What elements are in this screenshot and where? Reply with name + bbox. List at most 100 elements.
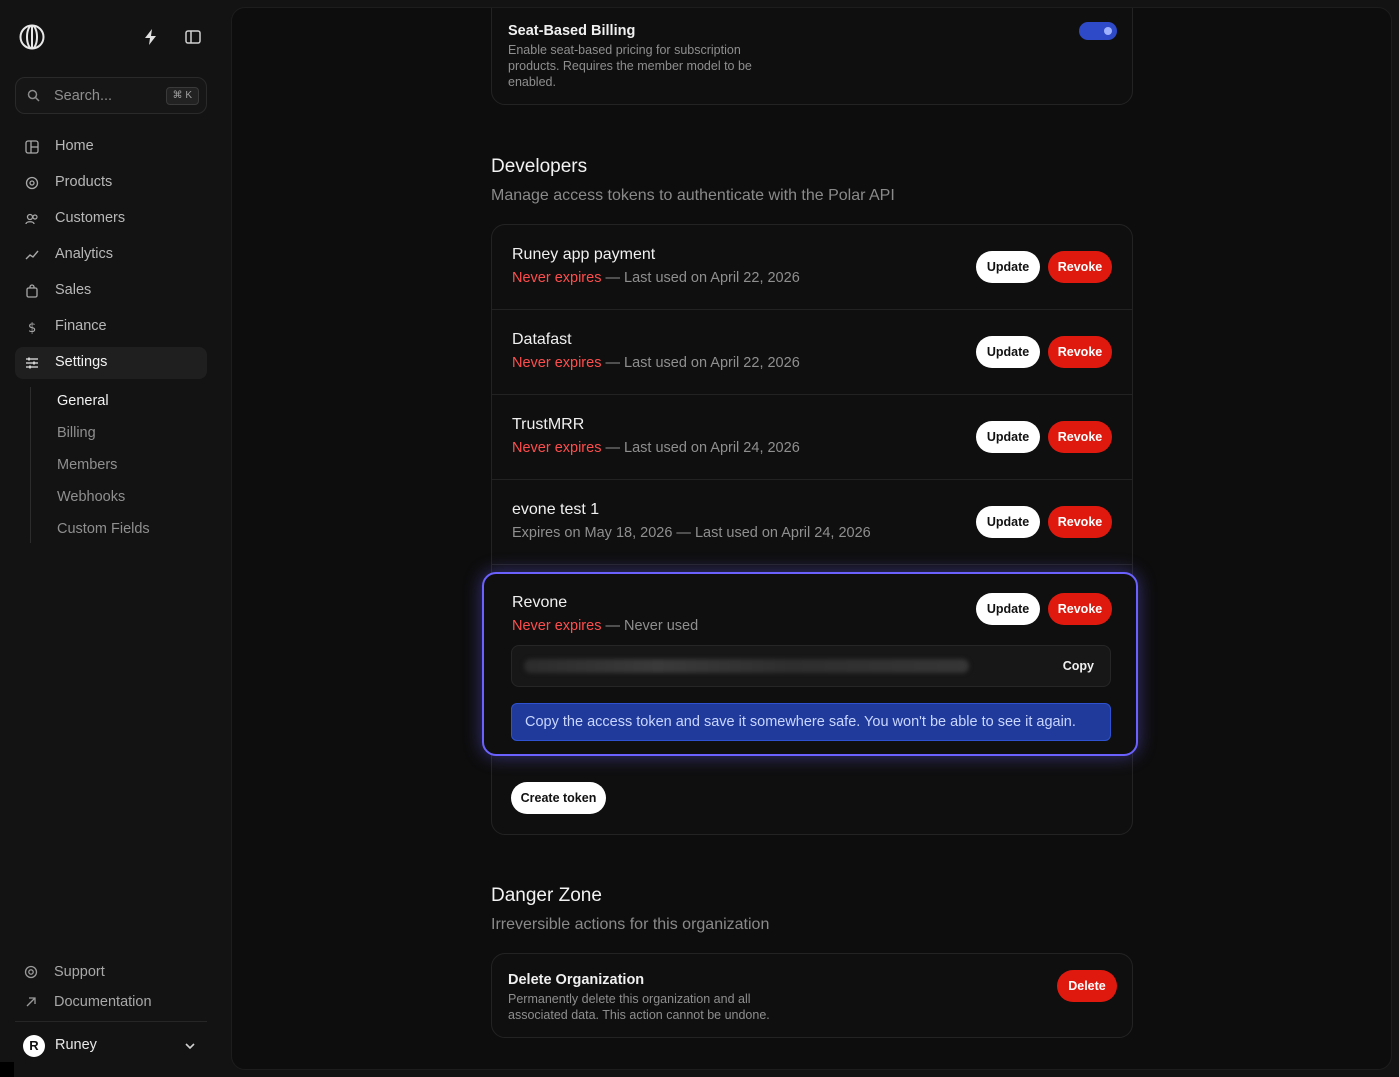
- token-usage: — Last used on April 24, 2026: [672, 525, 871, 541]
- subnav-item-members[interactable]: Members: [57, 457, 117, 473]
- delete-organization-title: Delete Organization: [508, 972, 645, 988]
- token-usage: — Never used: [601, 618, 699, 634]
- token-usage: — Last used on April 22, 2026: [601, 355, 800, 371]
- nav-item-products[interactable]: Products: [15, 167, 207, 199]
- token-row: TrustMRR Never expires — Last used on Ap…: [492, 395, 1132, 480]
- redacted-token-value: [524, 659, 969, 673]
- delete-organization-description: Permanently delete this organization and…: [508, 992, 770, 1022]
- search-placeholder: Search...: [54, 88, 113, 104]
- token-expiry: Never expires: [512, 270, 602, 286]
- token-meta: Never expires — Last used on April 22, 2…: [512, 270, 800, 286]
- seat-billing-title: Seat-Based Billing: [508, 23, 636, 39]
- delete-organization-card: Delete Organization Permanently delete t…: [491, 953, 1133, 1038]
- create-token-button[interactable]: Create token: [511, 782, 606, 814]
- seat-billing-card: Seat-Based Billing Enable seat-based pri…: [491, 8, 1133, 105]
- finance-icon: $: [25, 320, 39, 334]
- token-name: Revone: [512, 594, 568, 611]
- update-token-button[interactable]: Update: [976, 421, 1040, 453]
- toggle-knob: [1104, 27, 1112, 35]
- nav-label: Sales: [55, 282, 92, 298]
- app: Search... ⌘ K Home Products Customers An…: [0, 0, 1399, 1077]
- revoke-token-button[interactable]: Revoke: [1048, 506, 1112, 538]
- seat-billing-description: Enable seat-based pricing for subscripti…: [508, 43, 752, 89]
- lightning-icon[interactable]: [142, 28, 160, 46]
- subnav-item-webhooks[interactable]: Webhooks: [57, 489, 125, 505]
- seat-billing-toggle[interactable]: [1079, 22, 1117, 40]
- support-icon: [24, 965, 38, 979]
- nav-item-settings[interactable]: Settings: [15, 347, 207, 379]
- subnav-item-billing[interactable]: Billing: [57, 425, 96, 441]
- token-expiry: Never expires: [512, 355, 602, 371]
- nav-item-finance[interactable]: $ Finance: [15, 311, 207, 343]
- settings-icon: [25, 356, 39, 370]
- settings-subnav-line: [30, 387, 31, 543]
- update-token-button[interactable]: Update: [976, 336, 1040, 368]
- delete-organization-button[interactable]: Delete: [1057, 970, 1117, 1002]
- developers-title: Developers: [491, 156, 588, 177]
- update-token-button[interactable]: Update: [976, 593, 1040, 625]
- sidebar: Search... ⌘ K Home Products Customers An…: [0, 0, 230, 1077]
- token-meta: Expires on May 18, 2026 — Last used on A…: [512, 525, 871, 541]
- nav-item-home[interactable]: Home: [15, 131, 207, 163]
- nav-label: Finance: [55, 318, 107, 334]
- token-notice-banner: Copy the access token and save it somewh…: [511, 703, 1111, 741]
- sidebar-toggle-icon[interactable]: [184, 28, 202, 46]
- revoke-token-button[interactable]: Revoke: [1048, 336, 1112, 368]
- search-input[interactable]: Search... ⌘ K: [15, 77, 207, 114]
- nav-item-customers[interactable]: Customers: [15, 203, 207, 235]
- products-icon: [25, 176, 39, 190]
- analytics-icon: [25, 248, 39, 262]
- nav-item-analytics[interactable]: Analytics: [15, 239, 207, 271]
- token-meta: Never expires — Never used: [512, 618, 698, 634]
- sales-icon: [25, 284, 39, 298]
- revoke-token-button[interactable]: Revoke: [1048, 593, 1112, 625]
- token-name: Datafast: [512, 331, 572, 348]
- external-link-icon: [24, 995, 38, 1009]
- nav-label: Settings: [55, 354, 108, 370]
- token-usage: — Last used on April 22, 2026: [601, 270, 800, 286]
- token-expiry: Never expires: [512, 618, 602, 634]
- revoke-token-button[interactable]: Revoke: [1048, 421, 1112, 453]
- revoke-token-button[interactable]: Revoke: [1048, 251, 1112, 283]
- nav-item-sales[interactable]: Sales: [15, 275, 207, 307]
- copy-token-button[interactable]: Copy: [1063, 659, 1094, 673]
- footer-divider: [15, 1021, 207, 1022]
- support-label: Support: [54, 964, 105, 980]
- developers-subtitle: Manage access tokens to authenticate wit…: [491, 187, 895, 204]
- access-token-field[interactable]: Copy: [511, 645, 1111, 687]
- update-token-button[interactable]: Update: [976, 251, 1040, 283]
- token-row: Datafast Never expires — Last used on Ap…: [492, 310, 1132, 395]
- subnav-item-general[interactable]: General: [57, 393, 109, 409]
- avatar: R: [23, 1035, 45, 1057]
- token-name: Runey app payment: [512, 246, 656, 263]
- search-icon: [27, 89, 40, 102]
- token-meta: Never expires — Last used on April 24, 2…: [512, 440, 800, 456]
- search-shortcut-badge: ⌘ K: [165, 87, 199, 105]
- token-row: evone test 1 Expires on May 18, 2026 — L…: [492, 480, 1132, 565]
- user-name: Runey: [55, 1037, 97, 1053]
- token-meta: Never expires — Last used on April 22, 2…: [512, 355, 800, 371]
- token-expiry: Never expires: [512, 440, 602, 456]
- window-corner: [0, 1062, 14, 1077]
- token-usage: — Last used on April 24, 2026: [601, 440, 800, 456]
- organization-switcher[interactable]: R Runey: [15, 1030, 207, 1062]
- danger-zone-subtitle: Irreversible actions for this organizati…: [491, 916, 770, 933]
- update-token-button[interactable]: Update: [976, 506, 1040, 538]
- nav-label: Products: [55, 174, 113, 190]
- polar-logo-icon[interactable]: [19, 24, 45, 50]
- customers-icon: [25, 212, 39, 226]
- token-name: evone test 1: [512, 501, 600, 518]
- subnav-item-custom-fields[interactable]: Custom Fields: [57, 521, 150, 537]
- documentation-label: Documentation: [54, 994, 152, 1010]
- nav-label: Analytics: [55, 246, 114, 262]
- nav-label: Customers: [55, 210, 126, 226]
- danger-zone-title: Danger Zone: [491, 885, 602, 906]
- token-expiry: Expires on May 18, 2026: [512, 525, 673, 541]
- chevron-down-icon: [183, 1039, 197, 1053]
- main-content: Seat-Based Billing Enable seat-based pri…: [231, 7, 1392, 1070]
- documentation-link[interactable]: Documentation: [24, 994, 152, 1010]
- support-link[interactable]: Support: [24, 964, 105, 980]
- token-name: TrustMRR: [512, 416, 585, 433]
- svg-text:$: $: [28, 321, 36, 334]
- token-row: Runey app payment Never expires — Last u…: [492, 225, 1132, 310]
